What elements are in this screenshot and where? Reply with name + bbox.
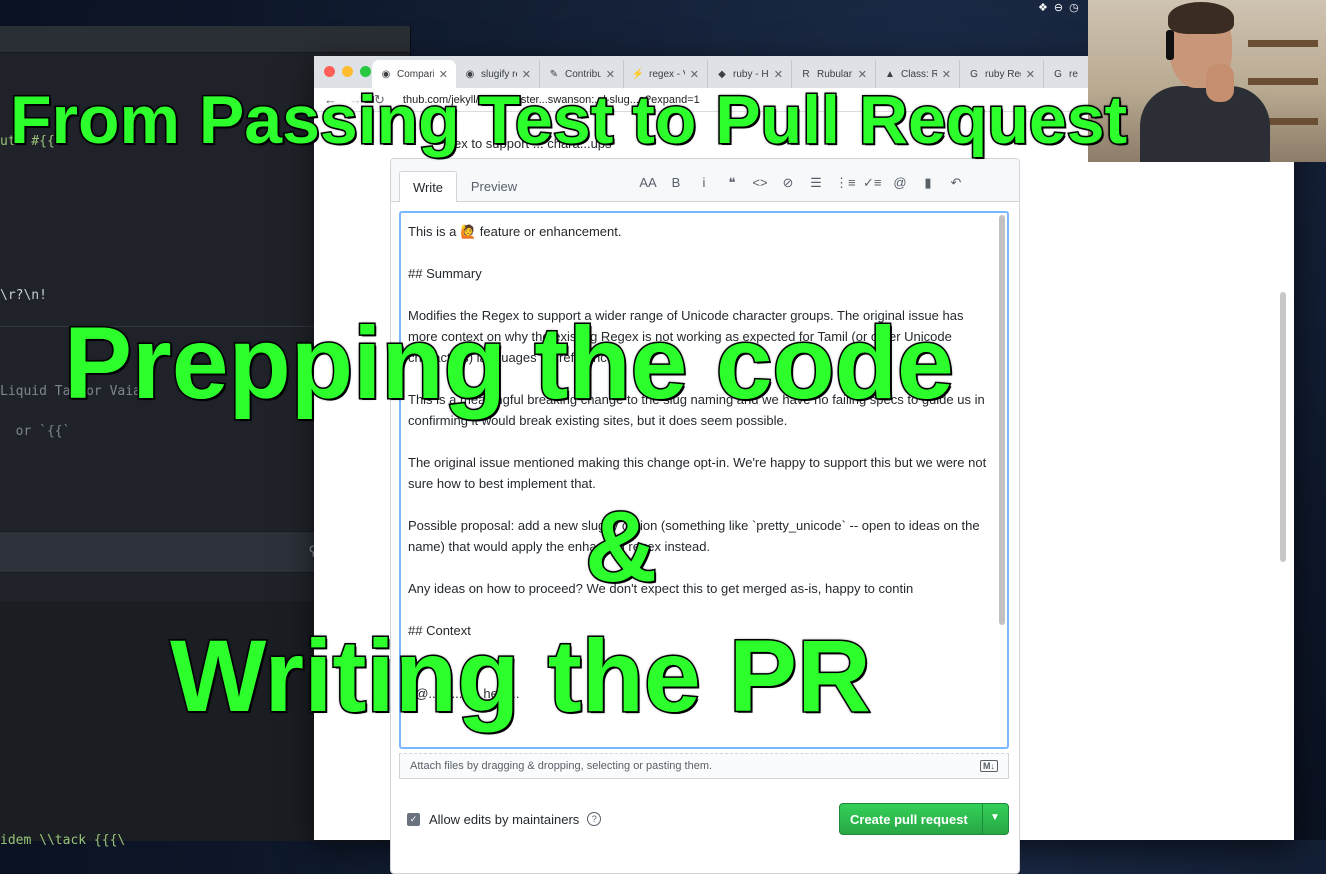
link-icon[interactable]: ⊘ (779, 175, 797, 191)
tab-label: ruby - H (733, 68, 769, 80)
page-scrollbar[interactable] (1280, 292, 1286, 562)
google-icon: G (970, 68, 978, 80)
bookshelf (1248, 78, 1318, 85)
code-line: or `{{` (0, 424, 71, 439)
close-icon[interactable]: ✕ (942, 68, 951, 81)
textarea-scrollbar[interactable] (999, 215, 1005, 625)
maximize-window-button[interactable] (360, 66, 371, 77)
pr-body-line (408, 599, 996, 620)
comment-tabs: Write Preview AA Bi ❝ <> ⊘ ☰ ⋮≡ ✓≡ @ ▮ ↶ (391, 159, 1019, 202)
window-controls (324, 66, 371, 77)
ruby-class-icon: ▲ (885, 68, 895, 80)
tab-label: Contribu (565, 68, 601, 80)
allow-edits-label: Allow edits by maintainers (429, 811, 580, 827)
tab-label: ruby Reg (985, 68, 1021, 80)
attach-files-bar[interactable]: Attach files by dragging & dropping, sel… (399, 753, 1009, 779)
close-icon[interactable]: ✕ (690, 68, 699, 81)
markdown-icon[interactable]: M↓ (980, 760, 998, 772)
code-icon[interactable]: <> (751, 175, 769, 191)
reply-icon[interactable]: ↶ (947, 175, 965, 191)
pr-body-line: ## Summary (408, 266, 482, 281)
caption-ampersand: & (583, 491, 658, 603)
saved-reply-icon[interactable]: ▮ (919, 175, 937, 191)
google-icon: G (1054, 68, 1062, 80)
caption-middle: Prepping the code (63, 306, 956, 420)
create-pull-request-label: Create pull request (850, 812, 968, 827)
bold-icon[interactable]: B (667, 175, 685, 191)
close-icon[interactable]: ✕ (439, 68, 448, 81)
pr-body-line: Possible proposal: add a new slugify opt… (408, 518, 984, 554)
pr-body-line (408, 242, 996, 263)
person-body (1140, 86, 1270, 162)
close-icon[interactable]: ✕ (774, 68, 783, 81)
close-icon[interactable]: ✕ (858, 68, 867, 81)
tab-write[interactable]: Write (399, 171, 457, 202)
menubar-icons: ❖ ⊖ ◷ (1038, 1, 1079, 14)
tab-label: Comparing (397, 68, 434, 80)
button-divider (982, 804, 983, 834)
pen-icon: ✎ (549, 68, 559, 80)
attach-files-label: Attach files by dragging & dropping, sel… (410, 760, 713, 772)
task-list-icon[interactable]: ✓≡ (863, 175, 881, 191)
numbered-list-icon[interactable]: ⋮≡ (835, 175, 856, 191)
tab-label: regex - V (649, 68, 685, 80)
chevron-down-icon[interactable]: ▼ (990, 812, 1000, 823)
close-icon[interactable]: ✕ (606, 68, 615, 81)
pr-body-line (408, 557, 996, 578)
code-line: \r?\n! (0, 288, 47, 303)
minimize-window-button[interactable] (342, 66, 353, 77)
italic-icon[interactable]: i (695, 175, 713, 191)
bookshelf (1248, 40, 1318, 47)
clock-icon[interactable]: ◷ (1069, 1, 1079, 14)
tab-label: Class: Ru (901, 68, 937, 80)
tab-preview[interactable]: Preview (459, 171, 529, 201)
headset-icon (1166, 30, 1174, 60)
ruby-icon: ◆ (718, 68, 726, 80)
create-pull-request-button[interactable]: Create pull request ▼ (839, 803, 1009, 835)
tab-label: slugify re (481, 68, 517, 80)
pr-body-line (408, 284, 996, 305)
caption-top: From Passing Test to Pull Request (8, 82, 1128, 158)
editor-title-bar (0, 26, 410, 53)
person-hand (1206, 64, 1234, 102)
help-icon[interactable]: ? (587, 812, 602, 826)
regex-icon: ⚡ (631, 68, 645, 80)
person-hair (1168, 2, 1234, 34)
mention-icon[interactable]: @ (891, 175, 909, 191)
code-line: idem \\tack {{{\ (0, 833, 126, 848)
pr-body-line: Any ideas on how to proceed? We don't ex… (408, 581, 914, 596)
github-icon: ◉ (465, 68, 475, 80)
close-icon[interactable]: ✕ (1026, 68, 1035, 81)
close-icon[interactable]: ✕ (522, 68, 531, 81)
bulleted-list-icon[interactable]: ☰ (807, 175, 825, 191)
pr-body-line (408, 494, 996, 515)
pr-body-line: The original issue mentioned making this… (408, 455, 990, 491)
markdown-toolbar: AA Bi ❝ <> ⊘ ☰ ⋮≡ ✓≡ @ ▮ ↶ (639, 175, 965, 191)
github-icon: ◉ (381, 68, 391, 80)
allow-edits-checkbox[interactable]: ✓ (407, 812, 420, 826)
text-size-icon[interactable]: AA (639, 175, 657, 191)
close-window-button[interactable] (324, 66, 335, 77)
pr-body-line: This is a 🙋 feature or enhancement. (408, 224, 622, 239)
quote-icon[interactable]: ❝ (723, 175, 741, 191)
pr-comment-box: Write Preview AA Bi ❝ <> ⊘ ☰ ⋮≡ ✓≡ @ ▮ ↶ This is a… (390, 158, 1020, 874)
sync-icon[interactable]: ⊖ (1054, 1, 1063, 14)
tab-label: Rubular: (817, 68, 853, 80)
caption-bottom: Writing the PR (169, 619, 873, 733)
dropbox-icon[interactable]: ❖ (1038, 1, 1048, 14)
pr-body-line (408, 431, 996, 452)
rubular-icon: R (802, 68, 810, 80)
